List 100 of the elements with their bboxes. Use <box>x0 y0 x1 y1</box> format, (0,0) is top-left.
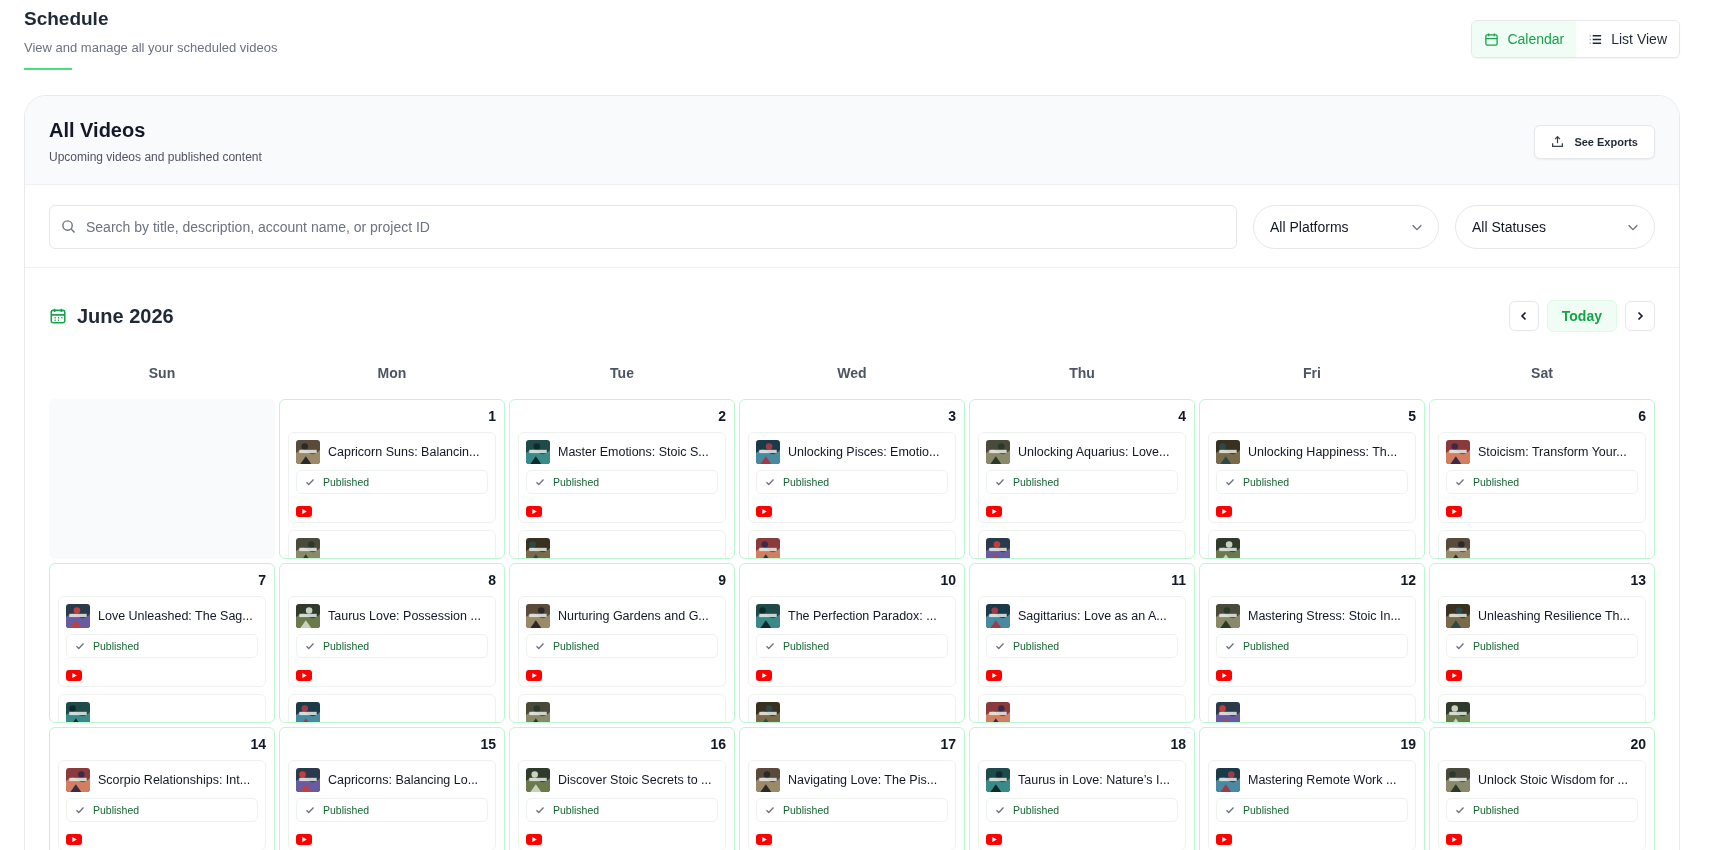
check-icon <box>535 641 545 651</box>
day-cell[interactable]: 16 Discover Stoic Secrets to ... Published <box>509 727 735 850</box>
day-cell[interactable]: 20 Unlock Stoic Wisdom for ... Published <box>1429 727 1655 850</box>
video-title: Mastering Stress: Stoic In... <box>1248 609 1401 623</box>
video-card[interactable]: Sagittarius: Love as an A... Published <box>978 596 1186 687</box>
video-play-icon <box>296 670 312 681</box>
page-subtitle: View and manage all your scheduled videos <box>24 40 278 55</box>
view-tab[interactable]: List View <box>1576 21 1679 57</box>
video-play-icon <box>756 834 772 845</box>
next-month-button[interactable] <box>1625 301 1655 331</box>
day-cell[interactable]: 1 Capricorn Suns: Balancin... Published <box>279 399 505 559</box>
day-number: 14 <box>250 736 266 752</box>
day-cell[interactable]: 7 Love Unleashed: The Sag... Published <box>49 563 275 723</box>
check-icon <box>1225 477 1235 487</box>
video-card[interactable]: Discover Stoic Secrets to ... Published <box>518 760 726 850</box>
day-number: 6 <box>1638 408 1646 424</box>
day-number: 11 <box>1171 572 1186 588</box>
day-cell[interactable]: 8 Taurus Love: Possession ... Published <box>279 563 505 723</box>
video-play-icon <box>986 506 1002 517</box>
month-title: June 2026 <box>77 304 174 328</box>
day-number: 4 <box>1178 408 1186 424</box>
video-title: Sagittarius: Love as an A... <box>1018 609 1167 623</box>
video-card[interactable]: Unlock Stoic Wisdom for ... Published <box>1438 760 1646 850</box>
day-cell[interactable]: 12 Mastering Stress: Stoic In... Published <box>1199 563 1425 723</box>
video-play-icon <box>756 506 772 517</box>
check-icon <box>995 477 1005 487</box>
status-badge: Published <box>526 798 718 822</box>
day-cell[interactable]: 4 Unlocking Aquarius: Love... Published <box>969 399 1195 559</box>
export-button[interactable]: See Exports <box>1534 124 1655 159</box>
day-number: 3 <box>948 408 956 424</box>
video-title: Love Unleashed: The Sag... <box>98 609 253 623</box>
check-icon <box>995 805 1005 815</box>
day-cell[interactable]: 5 Unlocking Happiness: Th... Published <box>1199 399 1425 559</box>
video-card[interactable]: Unlocking Aquarius: Love... Published <box>978 432 1186 523</box>
video-card[interactable]: Capricorn Suns: Balancin... Published <box>288 432 496 523</box>
video-card[interactable]: Scorpio Relationships: Int... Published <box>58 760 266 850</box>
video-title: Nurturing Gardens and G... <box>558 609 709 623</box>
video-card[interactable]: Nurturing Gardens and G... Published <box>518 596 726 687</box>
status-badge: Published <box>296 470 488 494</box>
check-icon <box>1455 805 1465 815</box>
panel-title: All Videos <box>49 119 147 142</box>
video-play-icon <box>756 670 772 681</box>
day-number: 13 <box>1630 572 1646 588</box>
video-play-icon <box>526 834 542 845</box>
day-number: 7 <box>258 572 266 588</box>
day-number: 15 <box>480 736 496 752</box>
weekday-label: Fri <box>1303 365 1321 381</box>
filter-dropdown[interactable]: All Platforms <box>1253 205 1439 249</box>
status-badge: Published <box>526 470 718 494</box>
weekday-label: Sat <box>1531 365 1553 381</box>
video-card[interactable]: Unlocking Pisces: Emotio... Published <box>748 432 956 523</box>
weekday-label: Sun <box>148 365 176 381</box>
calendar-icon <box>49 307 67 325</box>
video-card[interactable]: Stoicism: Transform Your... Published <box>1438 432 1646 523</box>
filter-dropdown[interactable]: All Statuses <box>1455 205 1655 249</box>
check-icon <box>1455 641 1465 651</box>
day-cell[interactable]: 6 Stoicism: Transform Your... Published <box>1429 399 1655 559</box>
day-cell[interactable]: 17 Navigating Love: The Pis... Published <box>739 727 965 850</box>
day-cell[interactable]: 14 Scorpio Relationships: Int... Published <box>49 727 275 850</box>
day-cell[interactable]: 11 Sagittarius: Love as an A... Published <box>969 563 1195 723</box>
day-cell[interactable]: 15 Capricorns: Balancing Lo... Published <box>279 727 505 850</box>
day-cell[interactable]: 2 Master Emotions: Stoic S... Published <box>509 399 735 559</box>
video-title: Unleashing Resilience Th... <box>1478 609 1630 623</box>
day-cell[interactable]: 18 Taurus in Love: Nature’s I... Published <box>969 727 1195 850</box>
video-title: Capricorn Suns: Balancin... <box>328 445 480 459</box>
video-card[interactable]: Navigating Love: The Pis... Published <box>748 760 956 850</box>
video-card[interactable]: Mastering Stress: Stoic In... Published <box>1208 596 1416 687</box>
video-card[interactable]: Taurus in Love: Nature’s I... Published <box>978 760 1186 850</box>
video-title: The Perfection Paradox: ... <box>788 609 937 623</box>
video-card[interactable]: Master Emotions: Stoic S... Published <box>518 432 726 523</box>
day-cell[interactable]: 10 The Perfection Paradox: ... Published <box>739 563 965 723</box>
video-play-icon <box>296 834 312 845</box>
search-field[interactable]: Search by title, description, account name, or project ID <box>49 205 1237 249</box>
video-card[interactable]: Love Unleashed: The Sag... Published <box>58 596 266 687</box>
day-number: 8 <box>488 572 496 588</box>
video-card[interactable]: Unlocking Happiness: Th... Published <box>1208 432 1416 523</box>
previous-month-button[interactable] <box>1508 301 1539 331</box>
day-number: 16 <box>710 736 726 752</box>
check-icon <box>995 641 1005 651</box>
video-card[interactable]: Capricorns: Balancing Lo... Published <box>288 760 496 850</box>
video-card[interactable]: Unleashing Resilience Th... Published <box>1438 596 1646 687</box>
video-card[interactable]: Taurus Love: Possession ... Published <box>288 596 496 687</box>
video-play-icon <box>1446 506 1462 517</box>
day-cell[interactable]: 13 Unleashing Resilience Th... Published <box>1429 563 1655 723</box>
video-play-icon <box>986 670 1002 681</box>
video-card[interactable]: The Perfection Paradox: ... Published <box>748 596 956 687</box>
status-badge: Published <box>1216 798 1408 822</box>
day-number: 1 <box>488 408 496 424</box>
status-badge: Published <box>756 470 948 494</box>
status-badge: Published <box>1446 634 1638 658</box>
weekday-label: Wed <box>837 365 867 381</box>
day-cell[interactable]: 19 Mastering Remote Work ... Published <box>1199 727 1425 850</box>
video-card[interactable]: Mastering Remote Work ... Published <box>1208 760 1416 850</box>
check-icon <box>535 477 545 487</box>
day-number: 20 <box>1630 736 1646 752</box>
day-number: 5 <box>1408 408 1416 424</box>
day-cell[interactable]: 9 Nurturing Gardens and G... Published <box>509 563 735 723</box>
video-title: Scorpio Relationships: Int... <box>98 773 251 787</box>
status-badge: Published <box>756 798 948 822</box>
day-cell[interactable]: 3 Unlocking Pisces: Emotio... Published <box>739 399 965 559</box>
